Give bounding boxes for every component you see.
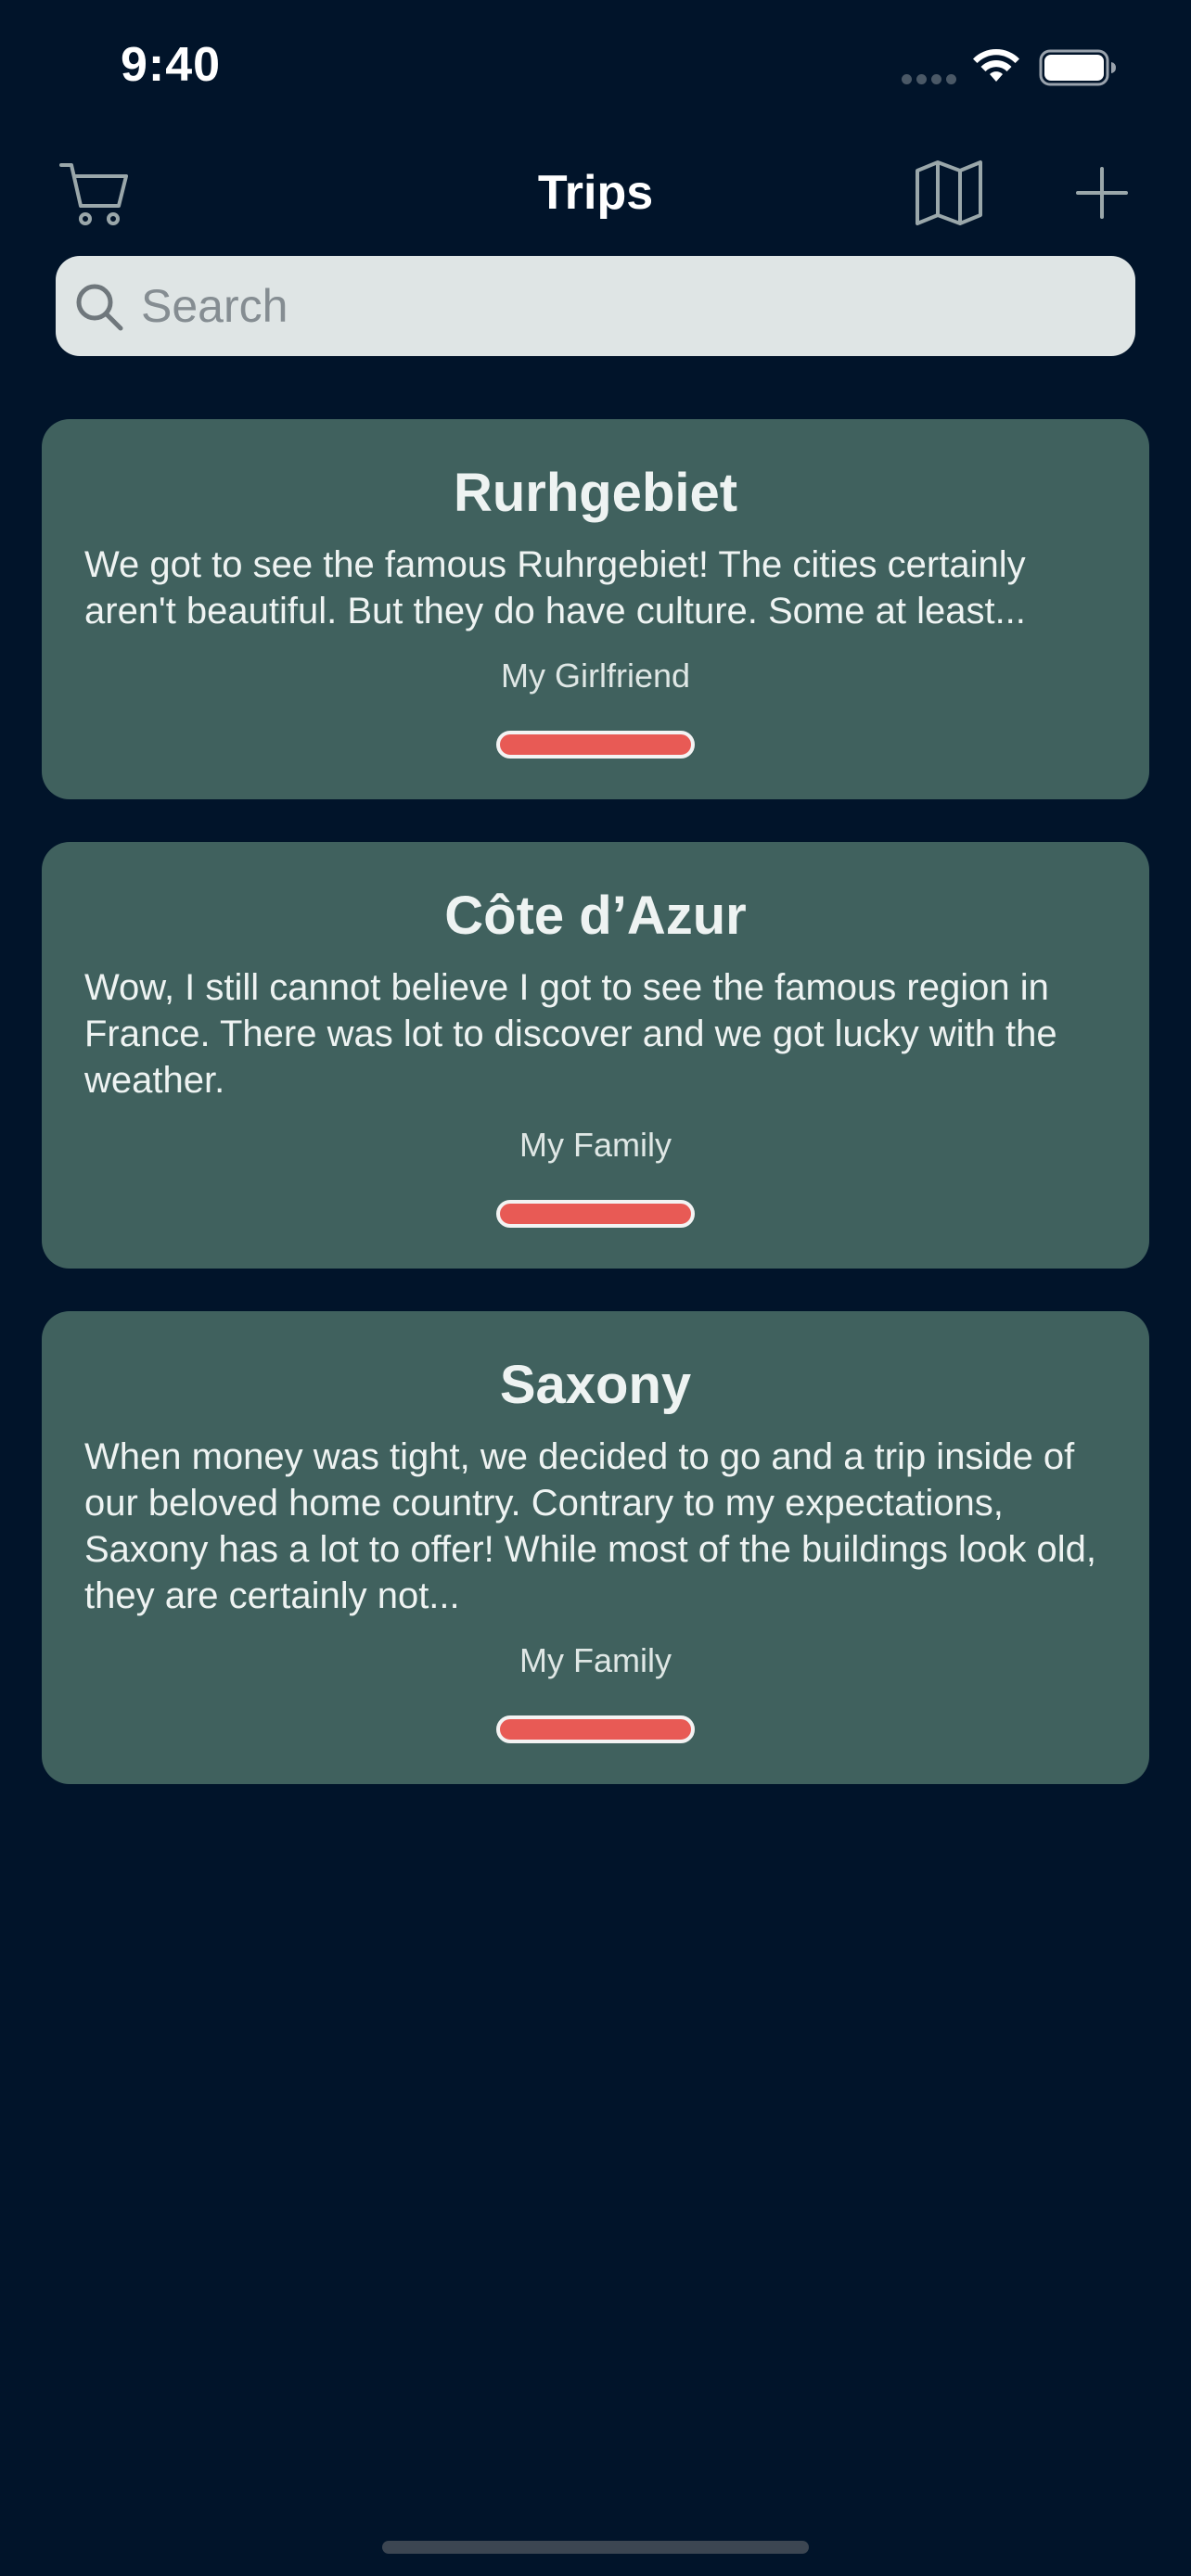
home-indicator[interactable]: [382, 2541, 809, 2554]
trip-title: Rurhgebiet: [453, 463, 738, 523]
trip-companion: My Girlfriend: [500, 657, 691, 695]
trip-description: Wow, I still cannot believe I got to see…: [84, 967, 1057, 1101]
trip-accent-bar: [496, 731, 695, 759]
search-input[interactable]: [141, 256, 1115, 356]
status-time: 9:40: [121, 38, 222, 92]
search-icon: [76, 284, 123, 331]
cellular-signal-icon: [902, 74, 957, 85]
trip-accent-bar: [496, 1715, 695, 1743]
trip-companion: My Family: [519, 1126, 672, 1164]
navigation-bar: Trips: [0, 148, 1191, 241]
search-bar: [56, 256, 1135, 356]
trip-companion: My Family: [519, 1641, 672, 1679]
trip-title: Côte d’Azur: [444, 886, 747, 946]
trip-card[interactable]: Rurhgebiet We got to see the famous Ruhr…: [42, 419, 1149, 799]
trip-card[interactable]: Côte d’Azur Wow, I still cannot believe …: [42, 842, 1149, 1269]
trip-accent-bar: [496, 1200, 695, 1228]
map-icon[interactable]: [915, 159, 983, 226]
trip-title: Saxony: [499, 1355, 692, 1415]
trip-description: When money was tight, we decided to go a…: [84, 1436, 1096, 1616]
plus-icon[interactable]: [1076, 167, 1128, 219]
battery-icon: [1039, 49, 1116, 86]
trip-description: We got to see the famous Ruhrgebiet! The…: [84, 544, 1026, 631]
trip-list: Rurhgebiet We got to see the famous Ruhr…: [42, 419, 1149, 1827]
status-bar: 9:40: [0, 0, 1191, 139]
page-title: Trips: [537, 166, 654, 220]
wifi-icon: [973, 48, 1019, 82]
trip-card[interactable]: Saxony When money was tight, we decided …: [42, 1311, 1149, 1784]
